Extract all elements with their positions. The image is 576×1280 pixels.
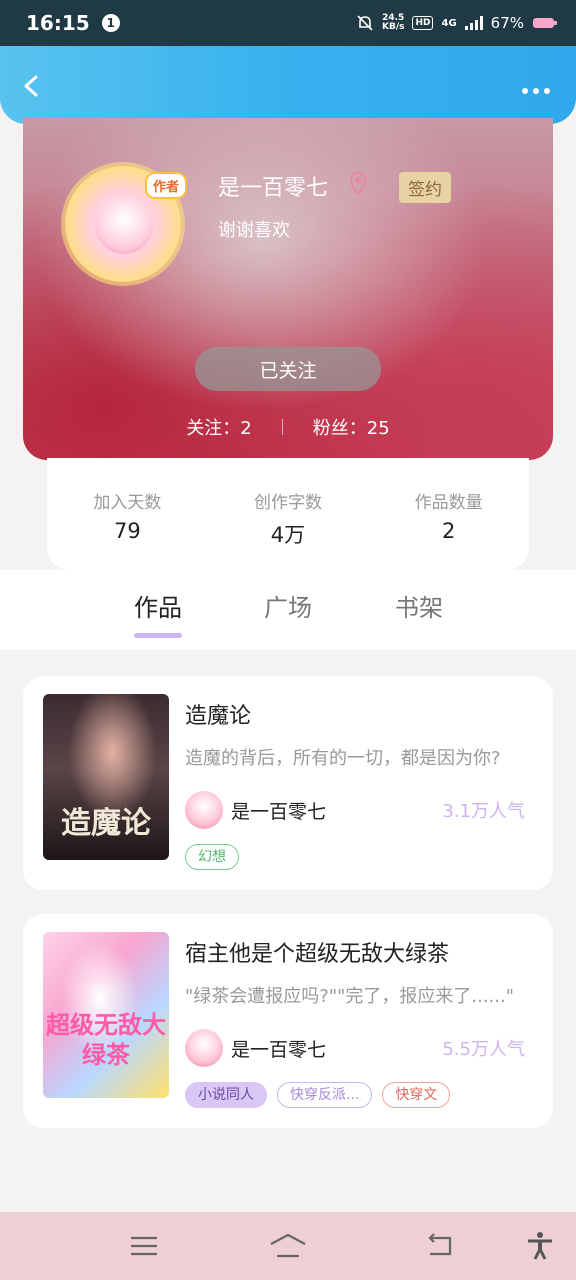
network-type: 4G: [441, 17, 457, 29]
divider: [281, 419, 283, 435]
stat-value: 2: [441, 519, 456, 543]
book-popularity: 3.1万人气: [442, 801, 525, 822]
back-icon[interactable]: [424, 1232, 456, 1260]
tab-plaza[interactable]: 广场: [248, 588, 328, 638]
book-title: 造魔论: [185, 704, 252, 729]
status-time: 16:15: [26, 11, 90, 35]
battery-level: 67%: [490, 14, 524, 32]
stat-value: 79: [113, 519, 141, 543]
cover-title: 超级无敌大绿茶: [46, 1011, 166, 1069]
stat-join-days: 加入天数 79: [57, 488, 197, 543]
tab-label: 书架: [395, 594, 443, 622]
book-tags: 幻想: [185, 844, 239, 870]
tab-works[interactable]: 作品: [118, 588, 198, 638]
author-tag: 作者: [144, 172, 187, 199]
signal-icon: [464, 16, 483, 30]
book-title: 宿主他是个超级无敌大绿茶: [185, 942, 450, 967]
stat-label: 创作字数: [253, 493, 322, 513]
stat-word-count: 创作字数 4万: [218, 488, 358, 549]
mute-bell-icon: [357, 15, 373, 31]
book-author: 是一百零七: [231, 800, 327, 823]
book-cover[interactable]: 超级无敌大绿茶: [43, 932, 169, 1098]
tab-bookshelf[interactable]: 书架: [379, 588, 459, 638]
profile-name: 是一百零七: [218, 176, 329, 201]
tab-label: 作品: [134, 594, 182, 622]
status-right: 24.5 KB/s HD 4G 67%: [356, 14, 558, 32]
location-pin-icon: [349, 172, 367, 196]
hd-icon: HD: [412, 16, 434, 30]
stats-card: 加入天数 79 创作字数 4万 作品数量 2: [47, 458, 529, 570]
follow-button[interactable]: 已关注: [195, 347, 381, 391]
tag-chip[interactable]: 快穿文: [382, 1082, 451, 1108]
profile-bio: 谢谢喜欢: [218, 220, 290, 241]
author-avatar-small: [185, 1029, 223, 1067]
net-speed: 24.5 KB/s: [382, 14, 404, 32]
book-popularity: 5.5万人气: [442, 1039, 525, 1060]
book-author-row: 是一百零七 3.1万人气: [185, 790, 525, 830]
book-description: 造魔的背后，所有的一切，都是因为你?: [185, 748, 501, 769]
book-card[interactable]: 超级无敌大绿茶 宿主他是个超级无敌大绿茶 "绿茶会遭报应吗?""完了，报应来了.…: [23, 914, 553, 1128]
notification-count-badge: 1: [101, 14, 120, 32]
book-author-row: 是一百零七 5.5万人气: [185, 1028, 525, 1068]
stat-value: 4万: [270, 523, 306, 547]
signed-badge: 签约: [399, 172, 451, 203]
tag-chip[interactable]: 小说同人: [185, 1082, 267, 1108]
chevron-left-icon[interactable]: [20, 74, 44, 98]
tab-indicator: [134, 633, 182, 638]
tag-chip[interactable]: 快穿反派...: [277, 1082, 373, 1108]
status-bar: 16:15 1 24.5 KB/s HD 4G 67%: [0, 0, 576, 46]
profile-card: 作者 是一百零七 签约 谢谢喜欢 已关注 关注：2 粉丝：25: [23, 118, 553, 460]
tab-label: 广场: [264, 594, 312, 622]
fans-count[interactable]: 粉丝：25: [313, 414, 390, 440]
tab-indicator: [264, 633, 312, 638]
home-icon[interactable]: [268, 1232, 308, 1260]
stat-label: 加入天数: [93, 493, 162, 513]
book-cover[interactable]: 造魔论: [43, 694, 169, 860]
following-count[interactable]: 关注：2: [186, 414, 251, 440]
net-speed-unit: KB/s: [381, 22, 405, 32]
book-tags: 小说同人 快穿反派... 快穿文: [185, 1082, 451, 1108]
top-app-bar: [0, 46, 576, 124]
accessibility-icon[interactable]: [524, 1232, 556, 1260]
stat-works-count: 作品数量 2: [379, 488, 519, 543]
follow-stats: 关注：2 粉丝：25: [23, 414, 553, 440]
book-author: 是一百零七: [231, 1038, 327, 1061]
more-dots-icon[interactable]: [522, 88, 550, 94]
author-avatar[interactable]: 作者: [65, 166, 187, 282]
avatar-face: [95, 196, 153, 254]
tab-indicator: [395, 633, 443, 638]
system-nav-bar: [0, 1212, 576, 1280]
stat-label: 作品数量: [414, 493, 483, 513]
cover-title: 造魔论: [61, 806, 151, 841]
battery-icon: [533, 18, 557, 28]
tag-chip[interactable]: 幻想: [185, 844, 239, 870]
author-avatar-small: [185, 791, 223, 829]
book-description: "绿茶会遭报应吗?""完了，报应来了......": [185, 986, 514, 1007]
menu-icon[interactable]: [128, 1232, 160, 1260]
tab-bar: 作品 广场 书架: [0, 570, 576, 650]
book-card[interactable]: 造魔论 造魔论 造魔的背后，所有的一切，都是因为你? 是一百零七 3.1万人气 …: [23, 676, 553, 890]
